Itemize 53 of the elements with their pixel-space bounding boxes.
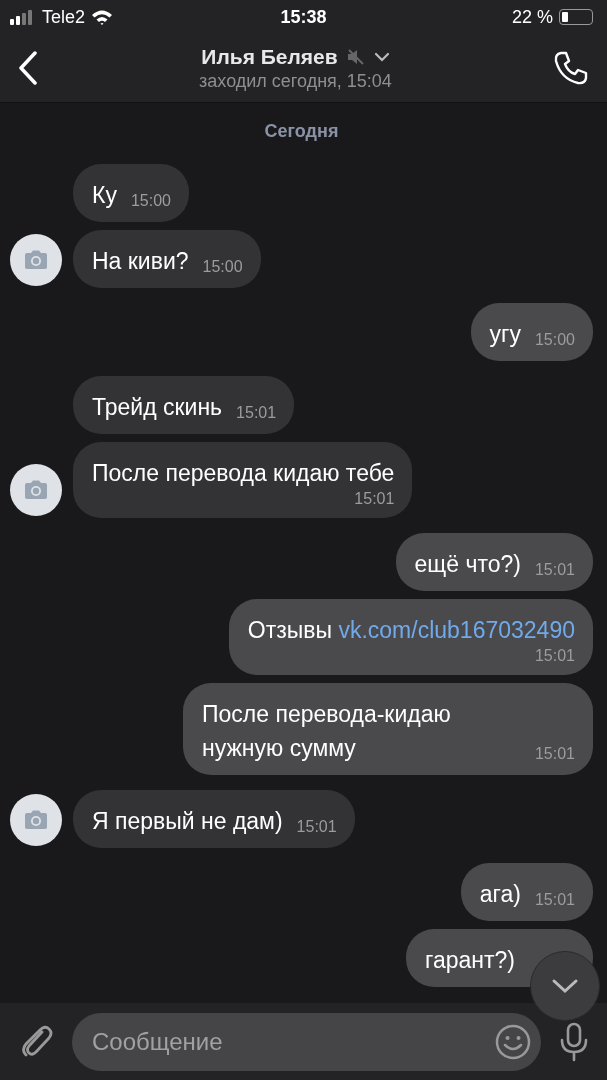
camera-icon [23,250,49,270]
carrier-name: Tele2 [42,6,86,28]
message-text: Я первый не дам) [92,807,283,836]
message-text: Трейд скинь [92,393,223,422]
message-text: гарант?) [425,946,515,975]
message-time: 15:01 [354,490,395,509]
message-text: После перевода-кидаю нужную сумму [202,700,452,763]
message-time: 15:01 [534,891,575,910]
message-text: ещё что?) [414,550,521,579]
message-time: 15:00 [130,192,171,211]
date-separator: Сегодня [263,121,340,142]
chevron-down-icon[interactable] [373,51,390,62]
message-bubble[interactable]: Отзывы vk.com/club167032490 15:01 [228,599,593,675]
message-text: угу [489,320,521,349]
smiley-icon[interactable] [495,1023,531,1060]
avatar-placeholder[interactable] [10,794,62,846]
wifi-icon [91,9,114,25]
avatar-placeholder[interactable] [10,234,62,286]
battery-icon [559,9,593,25]
message-text: После перевода кидаю тебе [92,459,395,488]
message-bubble[interactable]: ещё что?) 15:01 [395,533,593,591]
message-bubble[interactable]: Я первый не дам) 15:01 [73,790,355,848]
message-input[interactable]: Сообщение [72,1012,541,1071]
message-time: 15:00 [202,258,243,277]
message-time: 15:01 [534,561,575,580]
message-bubble[interactable]: Трейд скинь 15:01 [73,376,295,434]
message-bubble[interactable]: На киви? 15:00 [73,230,261,288]
back-icon[interactable] [18,51,38,85]
message-bubble[interactable]: После перевода-кидаю нужную сумму 15:01 [183,683,593,775]
message-text: Отзывы vk.com/club167032490 [247,616,575,645]
microphone-icon[interactable] [559,1021,589,1062]
message-time: 15:00 [534,331,575,350]
message-time: 15:01 [296,818,337,837]
message-time: 15:01 [236,404,277,423]
phone-icon[interactable] [553,50,589,86]
contact-name[interactable]: Илья Беляев [201,44,338,69]
battery-percent: 22 % [511,6,553,28]
link[interactable]: vk.com/club167032490 [338,617,575,643]
status-time: 15:38 [280,6,327,28]
last-seen-status: заходил сегодня, 15:04 [199,70,392,92]
message-time: 15:01 [534,647,575,666]
message-text: Ку [92,181,117,210]
avatar-placeholder[interactable] [10,464,62,516]
camera-icon [23,810,49,830]
chevron-down-icon [551,978,579,994]
message-bubble[interactable]: После перевода кидаю тебе 15:01 [73,442,413,518]
message-bubble[interactable]: угу 15:00 [470,303,593,361]
message-text: ага) [479,880,521,909]
message-text: На киви? [92,247,189,276]
message-time: 15:01 [534,745,575,764]
message-bubble[interactable]: ага) 15:01 [460,863,593,921]
message-bubble[interactable]: Ку 15:00 [73,164,189,222]
camera-icon [23,480,49,500]
